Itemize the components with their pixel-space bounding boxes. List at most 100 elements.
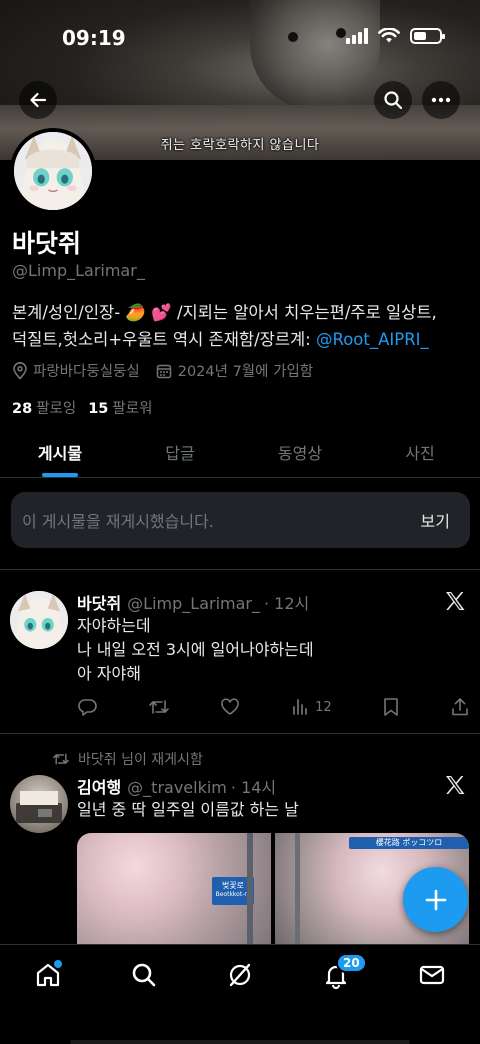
followers-label: 팔로워 bbox=[112, 401, 153, 417]
repost-notice-text: 이 게시물을 재게시했습니다. bbox=[22, 512, 214, 531]
following-label: 팔로잉 bbox=[36, 401, 77, 417]
tweet-text-line: 나 내일 오전 3시에 일어나야하는데 bbox=[77, 640, 314, 659]
tweet-author-handle: @_travelkim bbox=[127, 778, 227, 797]
tweet-author-name[interactable]: 바닷쥐 bbox=[77, 594, 121, 613]
compose-button[interactable] bbox=[403, 867, 468, 932]
search-button[interactable] bbox=[374, 81, 412, 119]
tweet-header: 바닷쥐 @Limp_Larimar_ · 12시 bbox=[77, 590, 309, 614]
location-pin-icon bbox=[13, 361, 27, 380]
tweet-text-line: 일년 중 딱 일주일 이름값 하는 날 bbox=[77, 800, 299, 819]
more-horizontal-icon bbox=[431, 97, 451, 103]
tab-posts[interactable]: 게시물 bbox=[0, 430, 120, 477]
home-notification-dot bbox=[54, 960, 62, 968]
tweet-header: 김여행 @_travelkim · 14시 bbox=[77, 774, 276, 798]
following-count: 28 bbox=[12, 401, 33, 417]
repost-icon bbox=[53, 753, 69, 765]
profile-joined-date: 2024년 7월에 가입함 bbox=[177, 364, 314, 380]
grok-icon bbox=[229, 963, 251, 987]
cellular-signal-icon bbox=[346, 28, 368, 44]
bio-line-2-text: 덕질트,헛소리+우울트 역시 존재함/장르계: bbox=[12, 330, 316, 349]
profile-tabs: 게시물 답글 동영상 사진 bbox=[0, 430, 480, 478]
plus-icon bbox=[425, 889, 446, 910]
bio-line-1: 본계/성인/인장- 🥭 💕 /지뢰는 알아서 치우는편/주로 일상트, bbox=[12, 303, 437, 322]
mail-icon bbox=[419, 965, 445, 985]
tab-photos[interactable]: 사진 bbox=[360, 430, 480, 477]
share-button[interactable] bbox=[451, 697, 469, 717]
nav-search[interactable] bbox=[124, 961, 164, 1001]
nav-grok[interactable] bbox=[220, 961, 260, 1001]
notifications-badge: 20 bbox=[336, 953, 367, 973]
nav-messages[interactable] bbox=[412, 961, 452, 1001]
tweet-actions: 12 bbox=[77, 697, 469, 717]
follow-stats: 28 팔로잉 15 팔로워 bbox=[12, 397, 152, 418]
tweet-time: · 14시 bbox=[230, 778, 277, 797]
like-button[interactable] bbox=[220, 697, 240, 717]
tweet-text: 일년 중 딱 일주일 이름값 하는 날 bbox=[77, 798, 299, 822]
nav-notifications[interactable]: 20 bbox=[316, 953, 367, 1001]
tweet-time: · 12시 bbox=[263, 594, 310, 613]
analytics-icon bbox=[293, 699, 307, 715]
tweet-author-handle: @Limp_Larimar_ bbox=[127, 594, 260, 613]
tweet-author-avatar[interactable] bbox=[10, 775, 68, 833]
sign-pole bbox=[247, 833, 253, 945]
followers-link[interactable]: 15 팔로워 bbox=[88, 397, 152, 418]
tab-replies[interactable]: 답글 bbox=[120, 430, 240, 477]
search-icon bbox=[384, 91, 403, 110]
x-logo-icon bbox=[446, 776, 465, 794]
reply-button[interactable] bbox=[77, 697, 97, 717]
repost-icon bbox=[148, 700, 169, 714]
x-logo-icon bbox=[446, 592, 465, 610]
tweet-author-avatar[interactable] bbox=[10, 591, 68, 649]
tweet-author-name[interactable]: 김여행 bbox=[77, 778, 121, 797]
repost-notice: 이 게시물을 재게시했습니다. 보기 bbox=[11, 492, 470, 548]
sign-pole bbox=[295, 833, 300, 945]
arrow-left-icon bbox=[30, 92, 47, 108]
nav-home[interactable] bbox=[28, 960, 68, 1001]
avatar-illustration bbox=[10, 591, 68, 649]
followers-count: 15 bbox=[88, 401, 109, 417]
repost-notice-view-button[interactable]: 보기 bbox=[421, 508, 450, 532]
more-options-button[interactable] bbox=[422, 81, 460, 119]
calendar-icon bbox=[156, 364, 171, 378]
bottom-nav: 20 bbox=[0, 944, 480, 1044]
bio-mention-link[interactable]: @Root_AIPRI_ bbox=[316, 330, 429, 349]
tweet[interactable]: 바닷쥐 @Limp_Larimar_ · 12시 자야하는데 나 내일 오전 3시에… bbox=[0, 570, 480, 733]
profile-location: 파랑바다둥실둥실 bbox=[33, 364, 140, 380]
repost-indicator: 바닷쥐 님이 재게시함 bbox=[52, 749, 203, 769]
repost-button[interactable] bbox=[148, 697, 170, 717]
following-link[interactable]: 28 팔로잉 bbox=[12, 397, 76, 418]
profile-meta: 파랑바다둥실둥실 2024년 7월에 가입함 bbox=[12, 360, 313, 381]
home-indicator bbox=[70, 1040, 410, 1044]
status-time: 09:19 bbox=[62, 26, 126, 50]
divider bbox=[0, 733, 480, 734]
back-button[interactable] bbox=[19, 81, 57, 119]
status-icons bbox=[346, 28, 445, 44]
media-photo[interactable]: 벚꽃로 Beotkkot-ro bbox=[77, 833, 271, 945]
avatar-illustration bbox=[14, 132, 92, 210]
tweet-text-line: 아 자야해 bbox=[77, 664, 141, 683]
reposted-by-text[interactable]: 바닷쥐 님이 재게시함 bbox=[78, 749, 203, 769]
banner-mouse-eye bbox=[288, 32, 298, 42]
bio-line-2: 덕질트,헛소리+우울트 역시 존재함/장르계: @Root_AIPRI_ bbox=[12, 326, 472, 353]
profile-avatar[interactable] bbox=[10, 128, 96, 214]
avatar-photo bbox=[16, 791, 62, 823]
street-sign: 櫻花路 ポッコツロ bbox=[349, 837, 469, 849]
banner-mouse-image bbox=[250, 0, 380, 110]
tweet-text-line: 자야하는데 bbox=[77, 616, 151, 635]
battery-icon bbox=[410, 28, 445, 44]
tab-videos[interactable]: 동영상 bbox=[240, 430, 360, 477]
profile-bio: 본계/성인/인장- 🥭 💕 /지뢰는 알아서 치우는편/주로 일상트, 덕질트,… bbox=[12, 299, 472, 353]
heart-icon bbox=[221, 698, 240, 715]
profile-name: 바닷쥐 bbox=[12, 229, 82, 258]
bookmark-button[interactable] bbox=[382, 697, 400, 717]
profile-handle: @Limp_Larimar_ bbox=[12, 261, 145, 280]
views-button[interactable]: 12 bbox=[291, 698, 332, 716]
share-icon bbox=[452, 698, 468, 716]
bookmark-icon bbox=[384, 698, 399, 716]
wifi-icon bbox=[378, 28, 400, 43]
banner-mouse-eye bbox=[336, 28, 346, 38]
views-count: 12 bbox=[315, 699, 332, 715]
search-icon bbox=[132, 963, 156, 987]
reply-icon bbox=[78, 699, 97, 716]
tweet-text: 자야하는데 나 내일 오전 3시에 일어나야하는데 아 자야해 bbox=[77, 614, 314, 686]
